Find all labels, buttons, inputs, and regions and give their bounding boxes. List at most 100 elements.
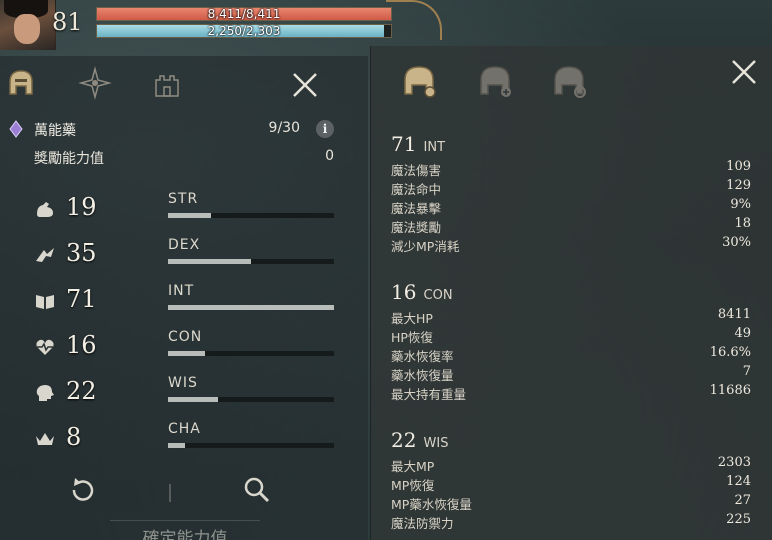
- character-portrait[interactable]: [0, 0, 56, 50]
- detail-row: 魔法防禦力 225: [391, 511, 753, 531]
- detail-row: 魔法獎勵 18: [391, 215, 753, 235]
- detail-value: 109: [726, 159, 751, 174]
- stat-row-cha[interactable]: 8 CHA: [0, 421, 340, 458]
- helmet-settings-tab-icon[interactable]: [549, 62, 589, 100]
- stat-row-con[interactable]: 16 CON: [0, 329, 340, 366]
- detail-row: 魔法命中 129: [391, 177, 753, 197]
- detail-value: 8411: [717, 307, 751, 322]
- stat-detail-panel: 71 INT 魔法傷害 109 魔法命中 129 魔法暴擊 9% 魔法獎勵 18 減少M…: [370, 46, 772, 540]
- detail-value: 30%: [722, 235, 751, 250]
- stat-name: WIS: [168, 375, 198, 391]
- section-header: 71 INT: [391, 132, 753, 158]
- stat-value: 71: [66, 285, 97, 313]
- helmet-plus-tab-icon[interactable]: [475, 62, 515, 100]
- helmet-gear-tab-icon[interactable]: [399, 62, 439, 100]
- stat-bar-fill: [168, 259, 251, 264]
- stat-name: STR: [168, 191, 199, 207]
- detail-row: HP恢復 49: [391, 325, 753, 345]
- detail-row: 減少MP消耗 30%: [391, 234, 753, 254]
- potion-count: 9/30: [268, 120, 300, 136]
- info-icon[interactable]: i: [316, 120, 334, 138]
- section-header: 22 WIS: [391, 428, 753, 454]
- wis-head-icon: [34, 382, 56, 404]
- top-hud: 81 8,411/8,411 2,250/2,303: [0, 0, 772, 52]
- section-value: 16: [391, 280, 417, 304]
- hp-text: 8,411/8,411: [207, 7, 281, 21]
- stat-row-int[interactable]: 71 INT: [0, 283, 340, 320]
- con-heart-icon: [34, 336, 56, 358]
- detail-value: 18: [734, 216, 751, 231]
- detail-row: 最大持有重量 11686: [391, 382, 753, 402]
- magnifier-icon[interactable]: [240, 474, 272, 506]
- detail-value: 11686: [709, 383, 751, 398]
- cha-crown-icon: [34, 428, 56, 450]
- detail-row: MP恢復 124: [391, 473, 753, 493]
- potion-row: 萬能藥 9/30 i: [8, 118, 338, 140]
- stat-name: CHA: [168, 421, 201, 437]
- bonus-points-row: 獎勵能力值 0: [34, 148, 336, 168]
- stat-value: 16: [66, 331, 97, 359]
- section-attr: INT: [423, 140, 446, 155]
- potion-label: 萬能藥: [34, 123, 76, 139]
- detail-value: 129: [726, 178, 751, 193]
- int-detail-section: 71 INT 魔法傷害 109 魔法命中 129 魔法暴擊 9% 魔法獎勵 18 減少M…: [391, 132, 753, 254]
- detail-value: 16.6%: [709, 345, 751, 360]
- int-book-icon: [34, 290, 56, 312]
- stat-bar-fill: [168, 351, 205, 356]
- detail-row: 最大HP 8411: [391, 306, 753, 326]
- close-icon[interactable]: [728, 56, 760, 88]
- detail-value: 9%: [730, 197, 751, 212]
- detail-label: 魔法防禦力: [391, 516, 454, 531]
- detail-row: MP藥水恢復量 27: [391, 492, 753, 512]
- hp-bar: 8,411/8,411: [96, 7, 392, 21]
- section-value: 22: [391, 428, 417, 452]
- stat-bar: [168, 305, 334, 310]
- detail-row: 最大MP 2303: [391, 454, 753, 474]
- section-value: 71: [391, 132, 417, 156]
- detail-value: 27: [734, 493, 751, 508]
- detail-row: 魔法傷害 109: [391, 158, 753, 178]
- stat-bar: [168, 259, 334, 264]
- stat-bar: [168, 351, 334, 356]
- left-tab-row: [0, 60, 368, 106]
- section-attr: WIS: [423, 436, 449, 451]
- stat-row-str[interactable]: 19 STR: [0, 191, 340, 228]
- wis-detail-section: 22 WIS 最大MP 2303 MP恢復 124 MP藥水恢復量 27 魔法防禦力 2…: [391, 428, 753, 531]
- mp-text: 2,250/2,303: [207, 24, 281, 38]
- con-detail-section: 16 CON 最大HP 8411 HP恢復 49 藥水恢復率 16.6% 藥水恢復量 7…: [391, 280, 753, 402]
- stat-value: 35: [66, 239, 97, 267]
- stat-bar-fill: [168, 305, 334, 310]
- stat-value: 8: [66, 423, 82, 451]
- detail-row: 藥水恢復率 16.6%: [391, 344, 753, 364]
- hud-ornament: [386, 0, 442, 40]
- reset-icon[interactable]: [66, 474, 98, 506]
- purple-potion-icon: [8, 120, 24, 138]
- detail-value: 7: [742, 364, 751, 379]
- stat-allocation-panel: 萬能藥 9/30 i 獎勵能力值 0 19 STR 35 DEX 71 INT: [0, 56, 368, 540]
- confirm-stats-button[interactable]: 確定能力值: [110, 520, 260, 540]
- detail-label: 最大持有重量: [391, 387, 467, 402]
- stat-bar-fill: [168, 443, 185, 448]
- section-header: 16 CON: [391, 280, 753, 306]
- detail-row: 藥水恢復量 7: [391, 363, 753, 383]
- detail-value: 124: [726, 474, 751, 489]
- star-burst-tab-icon[interactable]: [78, 66, 112, 100]
- dex-wing-icon: [34, 244, 56, 266]
- stat-bar-fill: [168, 213, 212, 218]
- character-level: 81: [52, 8, 83, 36]
- helmet-tab-icon[interactable]: [4, 66, 38, 100]
- stat-name: DEX: [168, 237, 201, 253]
- stat-value: 22: [66, 377, 97, 405]
- bonus-points-value: 0: [325, 148, 334, 164]
- detail-label: 減少MP消耗: [391, 239, 460, 254]
- section-attr: CON: [423, 288, 453, 303]
- stat-bar-fill: [168, 397, 218, 402]
- stat-bar: [168, 397, 334, 402]
- stat-value: 19: [66, 193, 97, 221]
- close-icon[interactable]: [290, 70, 320, 100]
- detail-value: 225: [726, 512, 751, 527]
- castle-tab-icon[interactable]: [150, 66, 184, 100]
- stat-row-wis[interactable]: 22 WIS: [0, 375, 340, 412]
- stat-row-dex[interactable]: 35 DEX: [0, 237, 340, 274]
- detail-value: 49: [734, 326, 751, 341]
